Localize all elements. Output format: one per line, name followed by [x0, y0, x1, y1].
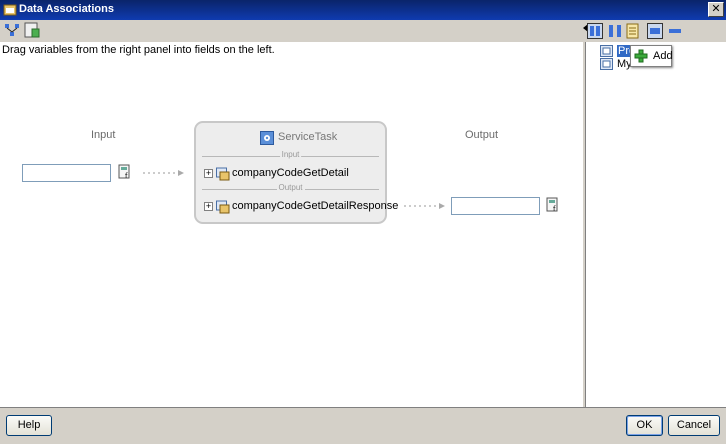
dialog-footer: Help OK Cancel [0, 407, 726, 444]
variables-toggle-icon[interactable] [587, 23, 603, 39]
service-task-icon [260, 131, 274, 145]
instruction-text: Drag variables from the right panel into… [2, 44, 275, 56]
variables-toolbar [583, 21, 726, 41]
close-button[interactable]: ✕ [708, 2, 724, 17]
service-task-box: ServiceTask Input + companyCodeGetDetail… [194, 121, 398, 224]
cancel-button[interactable]: Cancel [668, 415, 720, 436]
associations-icon[interactable] [4, 22, 20, 38]
variable-icon [600, 45, 613, 57]
add-icon [634, 49, 648, 63]
expand-icon[interactable]: + [204, 169, 213, 178]
title-bar: Data Associations ✕ [0, 0, 726, 20]
input-field[interactable] [22, 164, 111, 182]
expression-builder-icon[interactable]: f [118, 164, 132, 180]
output-column-label: Output [465, 129, 499, 141]
sort-icon[interactable] [607, 23, 623, 39]
service-task-title: ServiceTask [278, 131, 338, 143]
variables-panel: Pro Mys [585, 42, 726, 407]
output-arrow [404, 203, 445, 209]
mapping-canvas: Drag variables from the right panel into… [0, 42, 583, 407]
help-button[interactable]: Help [6, 415, 52, 436]
collapse-icon[interactable] [667, 23, 683, 39]
grid-icon[interactable] [625, 23, 641, 39]
message-variable-icon [216, 200, 230, 214]
context-menu: Add [630, 45, 673, 67]
input-column-label: Input [91, 129, 116, 141]
input-separator: Input [202, 150, 379, 160]
expand-icon[interactable]: + [204, 202, 213, 211]
app-icon [3, 4, 17, 16]
output-field[interactable] [451, 197, 540, 215]
input-arrow [143, 170, 184, 176]
expression-builder-icon[interactable]: f [546, 197, 560, 213]
close-icon: ✕ [711, 3, 721, 15]
variable-icon [600, 58, 613, 70]
window-title: Data Associations [19, 3, 114, 15]
view-icon[interactable] [647, 23, 663, 39]
expression-icon[interactable] [24, 22, 40, 38]
message-variable-icon [216, 167, 230, 181]
ok-button[interactable]: OK [626, 415, 663, 436]
output-separator: Output [202, 183, 379, 193]
